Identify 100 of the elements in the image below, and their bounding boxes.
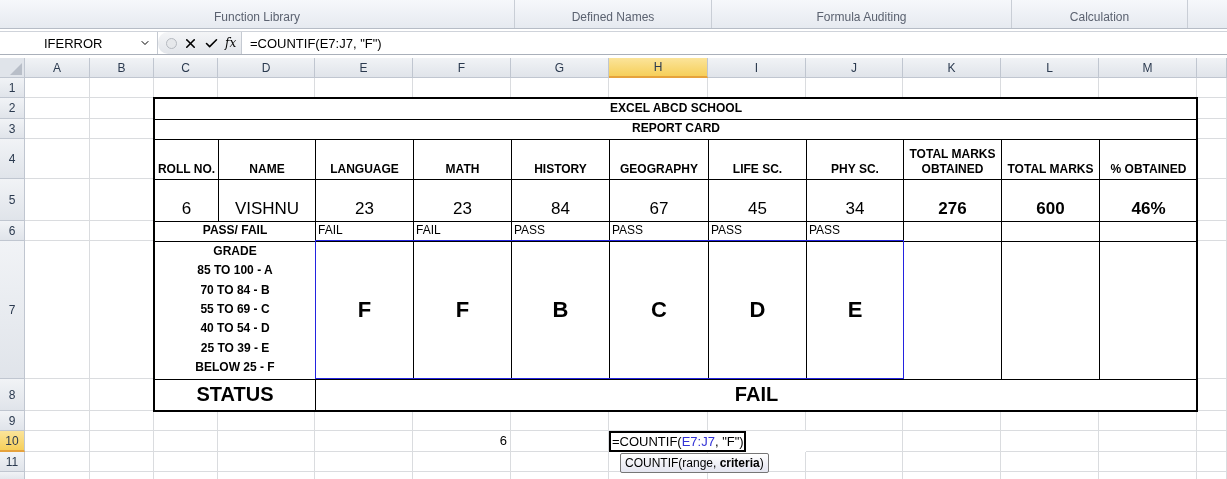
column-header[interactable]: M [1099, 58, 1197, 78]
empty-cell[interactable] [1197, 241, 1227, 379]
empty-cell[interactable] [1099, 452, 1197, 472]
empty-cell[interactable] [806, 431, 903, 452]
table-cell: 23 [413, 179, 512, 222]
empty-cell[interactable] [315, 452, 413, 472]
row-header[interactable]: 8 [0, 379, 25, 411]
empty-cell[interactable] [1099, 411, 1197, 431]
column-header[interactable]: E [315, 58, 413, 78]
table-cell: 6 [413, 431, 511, 452]
table-cell: 23 [315, 179, 414, 222]
column-heading: TOTAL MARKS OBTAINED [903, 139, 1002, 180]
empty-cell[interactable] [218, 431, 315, 452]
empty-cell[interactable] [903, 452, 1001, 472]
empty-cell[interactable] [218, 452, 315, 472]
column-header[interactable]: I [708, 58, 806, 78]
column-header[interactable]: H [609, 58, 708, 78]
row-header[interactable]: 11 [0, 452, 25, 472]
empty-cell[interactable] [218, 411, 315, 431]
table-cell: 600 [1001, 179, 1100, 222]
column-header[interactable]: A [25, 58, 90, 78]
row-header[interactable]: 10 [0, 431, 25, 452]
empty-cell[interactable] [1197, 411, 1227, 431]
empty-cell[interactable] [90, 411, 154, 431]
circle-icon [166, 37, 177, 49]
row-header[interactable]: 1 [0, 78, 25, 98]
empty-cell[interactable] [1197, 78, 1227, 98]
triangle-icon [10, 63, 22, 75]
empty-cell[interactable] [1197, 139, 1227, 179]
column-header[interactable]: G [511, 58, 609, 78]
column-header[interactable]: J [806, 58, 903, 78]
name-box[interactable]: IFERROR [0, 32, 158, 54]
column-header[interactable]: D [218, 58, 315, 78]
row-header[interactable]: 6 [0, 221, 25, 241]
row-header[interactable] [0, 472, 25, 479]
empty-cell[interactable] [413, 452, 511, 472]
empty-cell[interactable] [1001, 411, 1099, 431]
row-header[interactable]: 2 [0, 98, 25, 119]
column-header[interactable]: C [154, 58, 218, 78]
empty-cell[interactable] [154, 431, 218, 452]
column-heading: MATH [413, 139, 512, 180]
table-cell: 45 [708, 179, 807, 222]
column-heading: HISTORY [511, 139, 610, 180]
empty-cell[interactable] [1197, 452, 1227, 472]
empty-cell[interactable] [1001, 431, 1099, 452]
empty-cell[interactable] [154, 452, 218, 472]
column-header[interactable]: F [413, 58, 511, 78]
table-cell: PASS [609, 221, 709, 242]
empty-cell[interactable] [1197, 379, 1227, 411]
insert-function-button[interactable]: fx [225, 36, 237, 50]
empty-cell[interactable] [511, 411, 609, 431]
table-cell: 67 [609, 179, 709, 222]
column-heading: LANGUAGE [315, 139, 414, 180]
column-header[interactable]: L [1001, 58, 1099, 78]
column-header[interactable] [1197, 58, 1227, 78]
column-header[interactable]: B [90, 58, 154, 78]
ribbon-group-label: Formula Auditing [816, 10, 907, 24]
empty-cell[interactable] [25, 241, 90, 379]
grade-legend-line: 70 TO 84 - B [200, 282, 270, 298]
table-title: EXCEL ABCD SCHOOL [154, 98, 1198, 120]
grade-legend-line: 55 TO 69 - C [200, 302, 270, 317]
ribbon-group-label: Defined Names [571, 10, 655, 24]
empty-cell[interactable] [903, 431, 1001, 452]
empty-cell[interactable] [1197, 179, 1227, 221]
empty-cell[interactable] [154, 411, 218, 431]
select-all-button[interactable] [0, 58, 25, 78]
empty-cell[interactable] [90, 431, 154, 452]
cell-editor[interactable]: =COUNTIF(E7:J7, "F") [609, 431, 746, 452]
ribbon-group-label: Function Library [213, 10, 300, 24]
empty-cell[interactable] [1197, 431, 1227, 452]
row-header[interactable]: 4 [0, 139, 25, 179]
empty-cell[interactable] [315, 411, 413, 431]
grade-legend-line: 25 TO 39 - E [200, 340, 270, 356]
row-header[interactable]: 3 [0, 119, 25, 139]
column-heading: NAME [218, 139, 316, 180]
empty-cell[interactable] [315, 431, 413, 452]
column-heading: TOTAL MARKS [1001, 139, 1100, 180]
column-header[interactable]: K [903, 58, 1001, 78]
grade-legend-line: GRADE [213, 244, 257, 260]
empty-cell[interactable] [903, 411, 1001, 431]
ribbon-group-label: Calculation [1069, 10, 1130, 24]
empty-cell[interactable] [1099, 431, 1197, 452]
column-heading: PHY SC. [806, 139, 904, 180]
function-tooltip: COUNTIF(range, criteria) [620, 453, 769, 473]
grade-legend-line: 85 TO 100 - A [197, 263, 273, 279]
empty-cell[interactable] [1001, 452, 1099, 472]
row-header[interactable]: 9 [0, 411, 25, 431]
empty-cell[interactable] [90, 78, 154, 98]
row-header[interactable]: 7 [0, 241, 25, 379]
empty-cell[interactable] [806, 411, 903, 431]
empty-cell[interactable] [806, 452, 903, 472]
table-cell: VISHNU [218, 179, 316, 222]
column-heading: LIFE SC. [708, 139, 807, 180]
empty-cell[interactable] [511, 452, 609, 472]
empty-cell[interactable] [413, 411, 511, 431]
empty-cell[interactable] [90, 452, 154, 472]
formula-field[interactable]: =COUNTIF(E7:J7, "F") [242, 35, 382, 51]
table-subtitle: REPORT CARD [154, 119, 1198, 140]
grade-legend-line: 40 TO 54 - D [200, 321, 270, 337]
row-header[interactable]: 5 [0, 179, 25, 221]
